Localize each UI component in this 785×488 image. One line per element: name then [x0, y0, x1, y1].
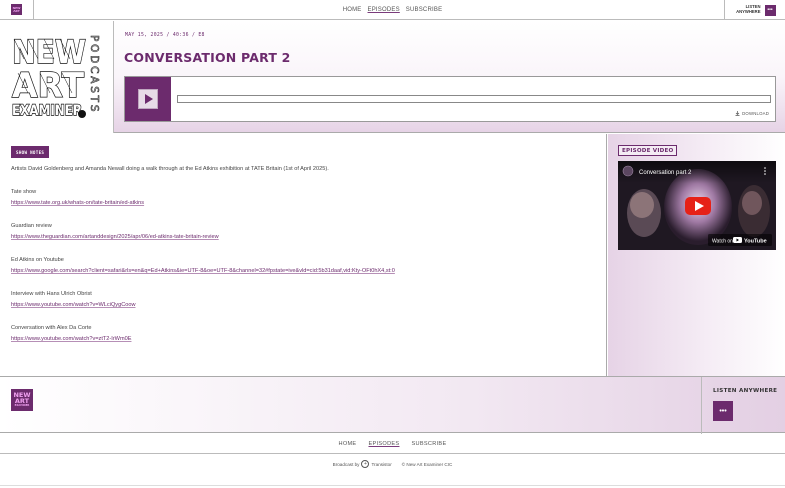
podcast-cover-art: NEW ART EXAMINER PODCASTS [0, 21, 114, 133]
episode-video-sidebar: EPISODE VIDEO Conversation part 2 Watch … [608, 134, 785, 376]
footer-listen-title: LISTEN ANYWHERE [713, 388, 778, 394]
play-icon-frame [138, 89, 158, 109]
note-title: Conversation with Alex Da Corte [11, 325, 92, 331]
note-title: Interview with Hans Ulrich Obrist [11, 291, 92, 297]
cover-artwork: NEW ART EXAMINER PODCASTS [11, 32, 100, 119]
note-link-obrist-interview[interactable]: https://www.youtube.com/watch?v=WLciQygC… [11, 302, 136, 308]
show-notes-button[interactable]: SHOW NOTES [11, 146, 50, 158]
video-thumbnail: Conversation part 2 Watch on YouTube [618, 161, 776, 250]
cover-eight-mark [78, 110, 86, 118]
note-title: Guardian review [11, 223, 52, 229]
footer-nav-subscribe[interactable]: SUBSCRIBE [411, 441, 446, 447]
note-link-da-corte[interactable]: https://www.youtube.com/watch?v=ztT2-IrW… [11, 336, 131, 342]
footer-nav-episodes[interactable]: EPISODES [368, 441, 399, 447]
youtube-wordmark: YouTube [744, 239, 767, 245]
note-link-youtube-search[interactable]: https://www.google.com/search?client=saf… [11, 268, 395, 274]
play-button[interactable] [125, 77, 171, 121]
note-link-guardian[interactable]: https://www.theguardian.com/artanddesign… [11, 234, 219, 240]
page-bottom-divider [0, 485, 785, 486]
broadcast-by-label: Broadcast by [332, 461, 360, 467]
episode-video-label: EPISODE VIDEO [618, 145, 678, 156]
cover-word-art: ART [12, 66, 85, 106]
play-icon [145, 94, 153, 104]
listen-anywhere-label: LISTEN ANYWHERE [736, 4, 761, 14]
footer-nav: HOME EPISODES SUBSCRIBE [0, 434, 785, 454]
video-title: Conversation part 2 [639, 170, 692, 176]
progress-bar[interactable] [177, 95, 771, 103]
download-link[interactable]: DOWNLOAD [735, 111, 769, 116]
note-title: Ed Atkins on Youtube [11, 257, 64, 263]
note-link-tate[interactable]: https://www.tate.org.uk/whats-on/tate-br… [11, 200, 144, 206]
cover-word-examiner: EXAMINER [12, 103, 82, 119]
footer-band: NEW ART EXAMINER LISTEN ANYWHERE ••• [0, 376, 785, 434]
more-options-button[interactable]: ••• [764, 4, 776, 16]
footer-more-button[interactable]: ••• [713, 401, 733, 421]
footer-listen-anywhere: LISTEN ANYWHERE ••• [701, 377, 785, 434]
footer-logo[interactable]: NEW ART EXAMINER [11, 389, 33, 411]
footer-credits: Broadcast by + Transistor © New Art Exam… [0, 455, 785, 473]
transistor-label: Transistor [371, 461, 392, 467]
watch-on-label: Watch on [712, 239, 733, 245]
new-art-examiner-logo: NEW ART [11, 4, 22, 15]
episode-hero: NEW ART EXAMINER PODCASTS MAY 15, 2025 /… [0, 21, 785, 133]
download-icon [735, 111, 740, 116]
note-title: Tate show [11, 189, 37, 195]
header-listen-anywhere[interactable]: LISTEN ANYWHERE ••• [724, 0, 785, 20]
notes-intro: Artists David Goldenberg and Amanda Newa… [11, 166, 329, 172]
nav-subscribe[interactable]: SUBSCRIBE [406, 7, 442, 13]
audio-player: DOWNLOAD [124, 76, 776, 122]
episode-title: CONVERSATION PART 2 [124, 50, 291, 65]
video-menu-icon [764, 167, 766, 175]
cover-side-text: PODCASTS [88, 35, 100, 114]
transistor-logo-icon: + [361, 460, 370, 468]
nav-episodes[interactable]: EPISODES [368, 7, 400, 13]
episode-meta: MAY 15, 2025 / 40:36 / E8 [125, 33, 205, 38]
copyright: © New Art Examiner CIC [401, 461, 453, 467]
youtube-embed[interactable]: Conversation part 2 Watch on YouTube [618, 161, 776, 250]
nav-home[interactable]: HOME [343, 7, 362, 13]
footer-nav-home[interactable]: HOME [338, 441, 356, 447]
transistor-credit[interactable]: Broadcast by + Transistor [333, 460, 392, 468]
show-notes-panel: SHOW NOTES Artists David Goldenberg and … [0, 134, 607, 376]
header-logo-link[interactable]: NEW ART [0, 0, 34, 20]
download-label: DOWNLOAD [742, 111, 769, 116]
channel-avatar [622, 165, 634, 177]
